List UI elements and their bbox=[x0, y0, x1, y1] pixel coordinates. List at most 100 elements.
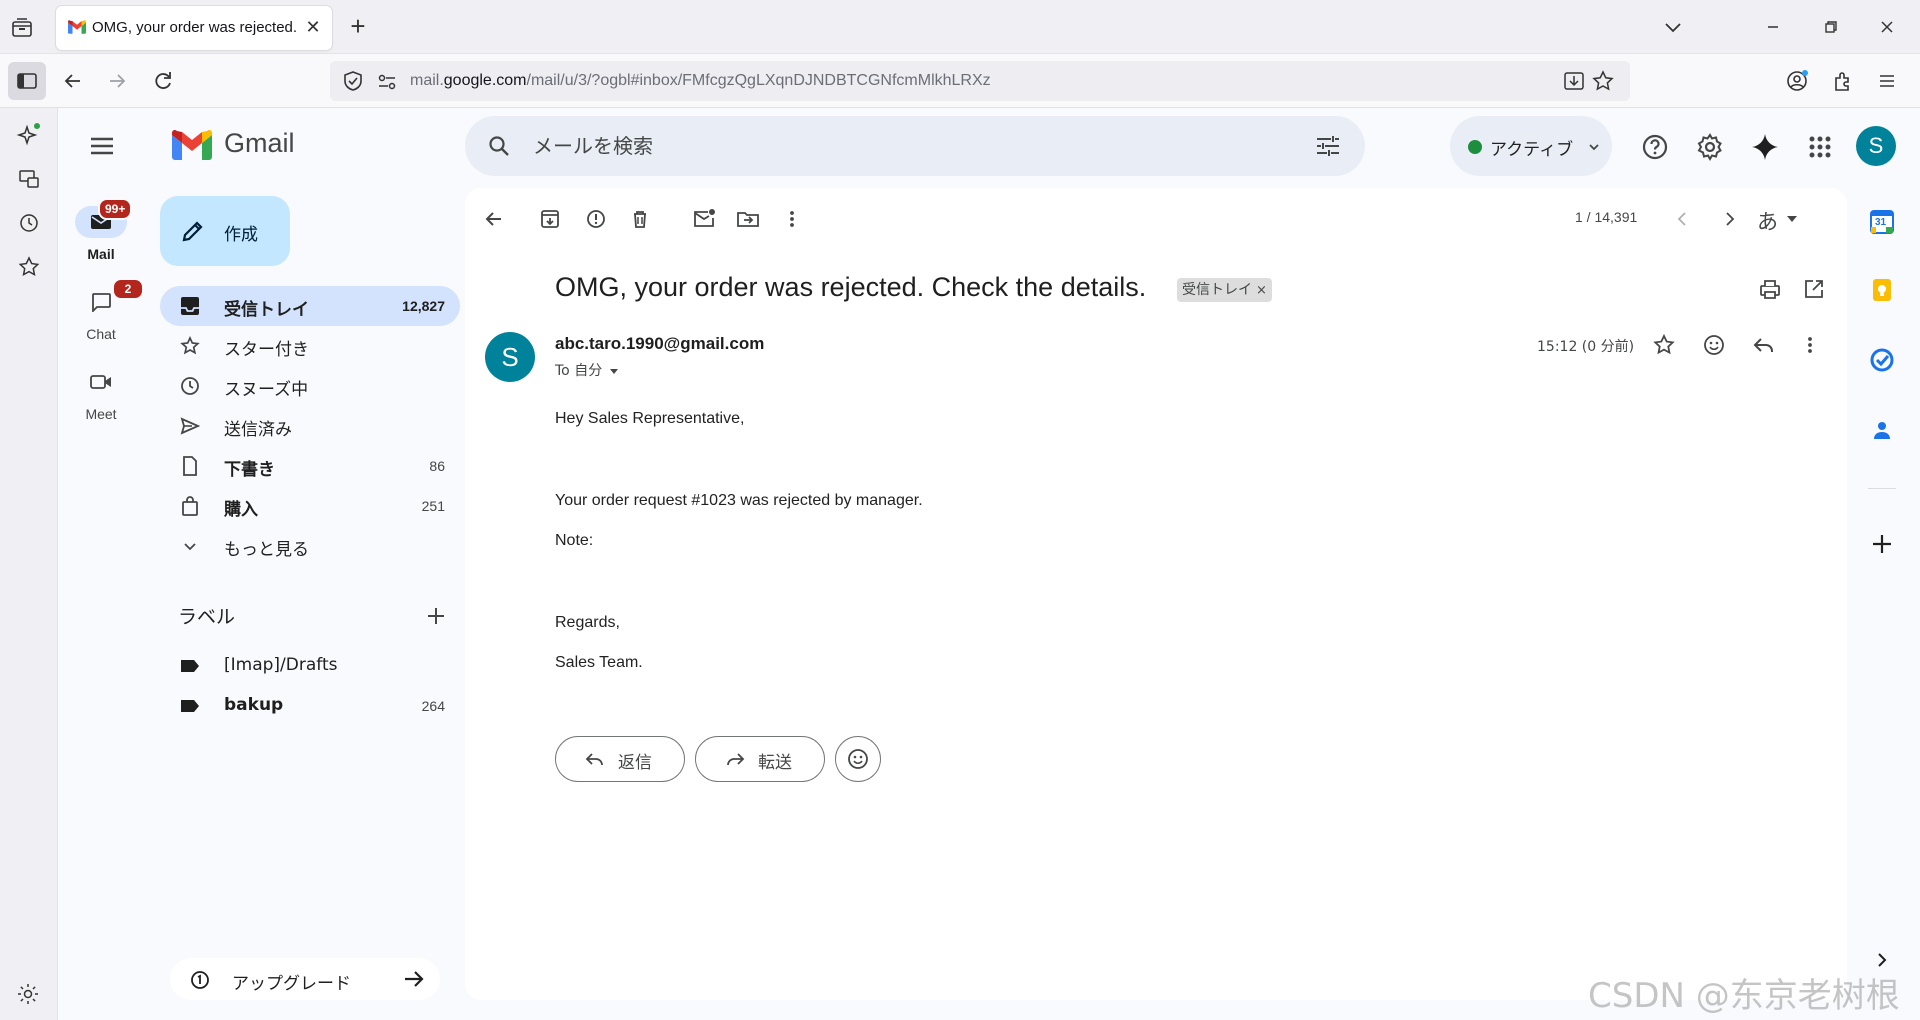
forward-arrow-icon[interactable] bbox=[104, 68, 130, 94]
search-icon[interactable] bbox=[487, 134, 511, 158]
extensions-icon[interactable] bbox=[1830, 68, 1856, 94]
back-to-inbox-icon[interactable] bbox=[481, 206, 507, 232]
save-to-downloads-icon[interactable] bbox=[1563, 70, 1585, 92]
keep-icon[interactable] bbox=[1870, 278, 1894, 302]
sender-avatar[interactable]: S bbox=[485, 332, 535, 382]
reload-icon[interactable] bbox=[150, 68, 176, 94]
url-text[interactable]: mail.google.com/mail/u/3/?ogbl#inbox/FMf… bbox=[410, 72, 991, 90]
add-label-icon[interactable] bbox=[424, 604, 448, 628]
report-spam-icon[interactable] bbox=[583, 206, 609, 232]
label-item-imap-drafts[interactable]: [Imap]/Drafts bbox=[160, 646, 460, 686]
search-input[interactable] bbox=[533, 130, 1233, 162]
recipient-details[interactable]: To 自分 bbox=[555, 360, 620, 380]
gmail-wordmark[interactable]: Gmail bbox=[224, 128, 295, 159]
site-permissions-icon[interactable] bbox=[376, 71, 398, 93]
mark-unread-icon[interactable] bbox=[691, 206, 717, 232]
add-addon-icon[interactable] bbox=[1870, 532, 1894, 556]
rail-meet[interactable]: Meet bbox=[58, 366, 144, 436]
shield-icon[interactable] bbox=[342, 70, 364, 92]
body-line: Your order request #1023 was rejected by… bbox=[555, 492, 923, 509]
sidebar-item-drafts[interactable]: 下書き 86 bbox=[160, 446, 460, 486]
rail-mail[interactable]: 99+ Mail bbox=[58, 198, 144, 276]
more-options-icon[interactable] bbox=[779, 206, 805, 232]
tab-close-icon[interactable]: ✕ bbox=[302, 17, 324, 39]
add-reaction-icon[interactable] bbox=[1701, 332, 1727, 358]
forward-label: 転送 bbox=[758, 753, 792, 773]
back-arrow-icon[interactable] bbox=[60, 68, 86, 94]
delete-trash-icon[interactable] bbox=[627, 206, 653, 232]
rail-mail-label: Mail bbox=[87, 246, 115, 262]
account-avatar[interactable]: S bbox=[1856, 126, 1896, 166]
sidebar-item-label: 送信済み bbox=[224, 420, 292, 440]
chat-icon bbox=[92, 293, 111, 312]
history-clock-icon[interactable] bbox=[16, 210, 42, 236]
open-new-window-icon[interactable] bbox=[1801, 276, 1827, 302]
ai-sparkle-icon[interactable] bbox=[16, 122, 42, 148]
forward-button[interactable]: 転送 bbox=[695, 736, 825, 782]
gmail-logo-icon[interactable] bbox=[172, 130, 212, 160]
pencil-icon bbox=[180, 218, 206, 244]
search-bar[interactable] bbox=[465, 116, 1365, 176]
move-to-folder-icon[interactable] bbox=[735, 206, 761, 232]
rail-chat[interactable]: 2 Chat bbox=[58, 278, 144, 356]
sender-email[interactable]: abc.taro.1990@gmail.com bbox=[555, 334, 764, 354]
minimize-icon[interactable] bbox=[1760, 14, 1788, 40]
bookmark-star-icon[interactable] bbox=[1592, 70, 1614, 92]
sidebar-item-more[interactable]: もっと見る bbox=[160, 526, 460, 566]
search-options-icon[interactable] bbox=[1315, 134, 1341, 158]
emoji-reaction-button[interactable] bbox=[835, 736, 881, 782]
main-menu-icon[interactable] bbox=[88, 132, 116, 160]
label-item-bakup[interactable]: bakup 264 bbox=[160, 686, 460, 726]
gemini-sparkle-icon[interactable] bbox=[1750, 132, 1780, 162]
synced-tabs-icon[interactable] bbox=[16, 166, 42, 192]
bookmarks-star-icon[interactable] bbox=[16, 254, 42, 280]
apps-grid-icon[interactable] bbox=[1805, 132, 1835, 162]
browser-tab[interactable]: OMG, your order was rejected. Che ✕ bbox=[56, 6, 332, 50]
side-panel-divider bbox=[1868, 488, 1896, 489]
close-window-icon[interactable] bbox=[1874, 14, 1902, 40]
tasks-icon[interactable] bbox=[1870, 348, 1894, 372]
gmail-app-rail: 99+ Mail 2 Chat Meet bbox=[58, 108, 144, 1020]
older-chevron-icon[interactable] bbox=[1717, 206, 1743, 232]
archive-icon[interactable] bbox=[537, 206, 563, 232]
account-icon[interactable] bbox=[1784, 68, 1810, 94]
message-more-icon[interactable] bbox=[1797, 332, 1823, 358]
browser-settings-gear-icon[interactable] bbox=[16, 982, 40, 1006]
calendar-icon[interactable]: 31 bbox=[1870, 210, 1894, 234]
arrow-right-icon bbox=[402, 968, 426, 990]
sidebar-item-inbox[interactable]: 受信トレイ 12,827 bbox=[160, 286, 460, 326]
upgrade-button[interactable]: アップグレード bbox=[170, 958, 440, 1000]
input-tools-button[interactable]: あ bbox=[1757, 206, 1807, 234]
sidebar-toggle-button[interactable] bbox=[8, 62, 46, 100]
contacts-icon[interactable] bbox=[1870, 418, 1894, 442]
rail-meet-label: Meet bbox=[85, 406, 117, 422]
newer-chevron-icon[interactable] bbox=[1669, 206, 1695, 232]
tab-list-icon[interactable] bbox=[10, 16, 34, 40]
print-icon[interactable] bbox=[1757, 276, 1783, 302]
compose-button[interactable]: 作成 bbox=[160, 196, 290, 266]
tab-overflow-chevron-icon[interactable] bbox=[1660, 14, 1688, 40]
status-button[interactable]: アクティブ bbox=[1450, 116, 1612, 176]
sidebar-item-purchases[interactable]: 購入 251 bbox=[160, 486, 460, 526]
chip-close-icon[interactable]: × bbox=[1256, 283, 1267, 298]
star-message-icon[interactable] bbox=[1651, 332, 1677, 358]
settings-gear-icon[interactable] bbox=[1695, 132, 1725, 162]
reply-icon[interactable] bbox=[1751, 332, 1777, 358]
sidebar-item-label: 購入 bbox=[224, 500, 258, 520]
sidebar-item-snoozed[interactable]: スヌーズ中 bbox=[160, 366, 460, 406]
reply-button[interactable]: 返信 bbox=[555, 736, 685, 782]
browser-menu-icon[interactable] bbox=[1874, 68, 1900, 94]
new-tab-icon[interactable]: + bbox=[344, 13, 372, 42]
sidebar-item-starred[interactable]: スター付き bbox=[160, 326, 460, 366]
browser-nav-bar: mail.google.com/mail/u/3/?ogbl#inbox/FMf… bbox=[0, 54, 1920, 108]
sidebar-item-sent[interactable]: 送信済み bbox=[160, 406, 460, 446]
help-icon[interactable] bbox=[1640, 132, 1670, 162]
sidebar-item-label: 受信トレイ bbox=[224, 300, 309, 320]
body-signature: Sales Team. bbox=[555, 654, 643, 671]
sidebar-item-label: 下書き bbox=[224, 460, 275, 480]
url-bar[interactable]: mail.google.com/mail/u/3/?ogbl#inbox/FMf… bbox=[330, 61, 1630, 101]
body-greeting: Hey Sales Representative, bbox=[555, 410, 745, 427]
inbox-label-chip[interactable]: 受信トレイ × bbox=[1177, 278, 1272, 302]
label-list: [Imap]/Drafts bakup 264 bbox=[160, 646, 460, 726]
restore-icon[interactable] bbox=[1818, 14, 1846, 40]
